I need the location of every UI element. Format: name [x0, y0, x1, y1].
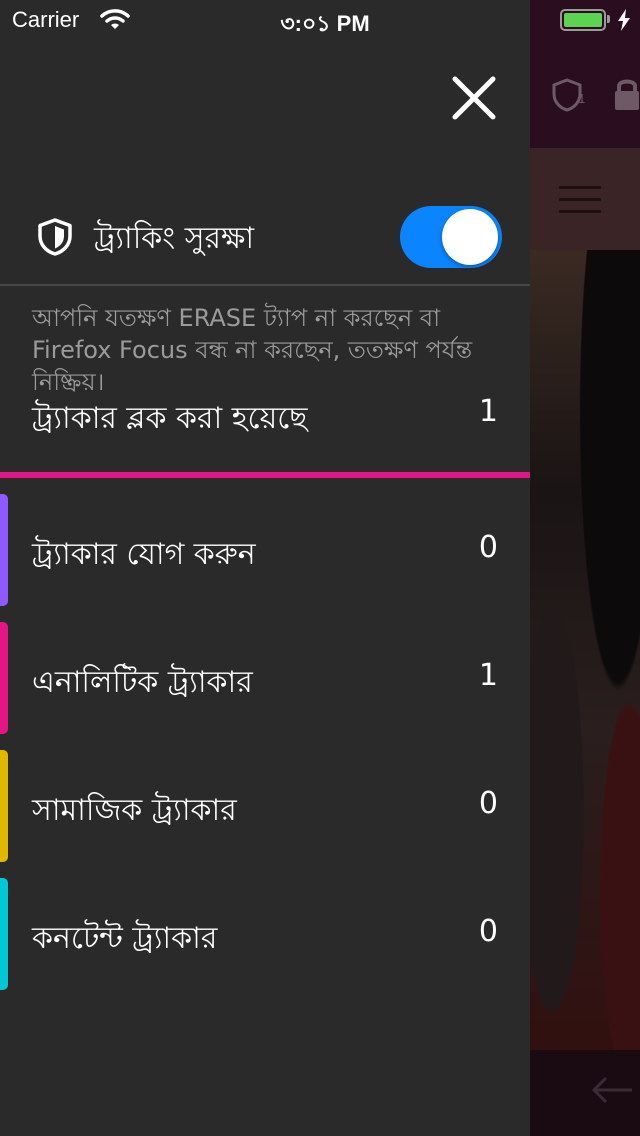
- shield-icon: [38, 218, 72, 260]
- background-browser-page: 1: [530, 0, 640, 1136]
- tracker-count: 1: [478, 658, 498, 693]
- tracker-color-accent: [0, 878, 8, 990]
- trackers-blocked-row: ট্র্যাকার ব্লক করা হয়েছে 1: [0, 390, 530, 444]
- tracker-count: 0: [478, 914, 498, 949]
- tracker-count: 0: [478, 530, 498, 565]
- tracker-label: কনটেন্ট ট্র্যাকার: [32, 921, 218, 956]
- tracker-color-accent: [0, 750, 8, 862]
- protection-description: আপনি যতক্ষণ ERASE ট্যাপ না করছেন বা Fire…: [32, 304, 473, 396]
- charging-bolt-icon: [617, 9, 631, 35]
- close-button[interactable]: [446, 70, 502, 126]
- tracker-label: এনালিটিক ট্র্যাকার: [32, 665, 253, 700]
- background-page-image: [530, 250, 640, 1050]
- tracker-row-ad[interactable]: ট্র্যাকার যোগ করুন 0: [0, 494, 530, 606]
- battery-level: [564, 13, 602, 27]
- tracker-row-social[interactable]: সামাজিক ট্র্যাকার 0: [0, 750, 530, 862]
- trackers-blocked-count: 1: [478, 394, 498, 429]
- tracker-row-content[interactable]: কনটেন্ট ট্র্যাকার 0: [0, 878, 530, 990]
- hamburger-menu-icon: [559, 186, 601, 222]
- tracker-row-analytics[interactable]: এনালিটিক ট্র্যাকার 1: [0, 622, 530, 734]
- status-bar: Carrier ৩:০১ PM: [0, 0, 640, 40]
- tracker-label: ট্র্যাকার যোগ করুন: [32, 537, 256, 572]
- tracking-protection-row: ট্র্যাকিং সুরক্ষা: [0, 190, 530, 286]
- tracker-badge-count: 1: [578, 92, 586, 106]
- tracker-summary-divider: [0, 472, 530, 478]
- battery-nub: [607, 15, 610, 23]
- tracker-count: 0: [478, 786, 498, 821]
- back-arrow-icon: [590, 1075, 634, 1109]
- battery-icon: [560, 9, 606, 31]
- tracking-protection-toggle[interactable]: [400, 206, 502, 268]
- trackers-blocked-label: ট্র্যাকার ব্লক করা হয়েছে: [32, 401, 308, 436]
- tracker-label: সামাজিক ট্র্যাকার: [32, 793, 237, 828]
- toggle-knob: [442, 209, 498, 265]
- lock-icon: [612, 76, 640, 116]
- tracking-protection-panel: ট্র্যাকিং সুরক্ষা আপনি যতক্ষণ ERASE ট্যা…: [0, 0, 530, 1136]
- tracker-color-accent: [0, 622, 8, 734]
- status-time: ৩:০১ PM: [280, 11, 370, 36]
- close-icon: [452, 76, 496, 120]
- tracker-color-accent: [0, 494, 8, 606]
- tracking-protection-label: ট্র্যাকিং সুরক্ষা: [94, 221, 255, 256]
